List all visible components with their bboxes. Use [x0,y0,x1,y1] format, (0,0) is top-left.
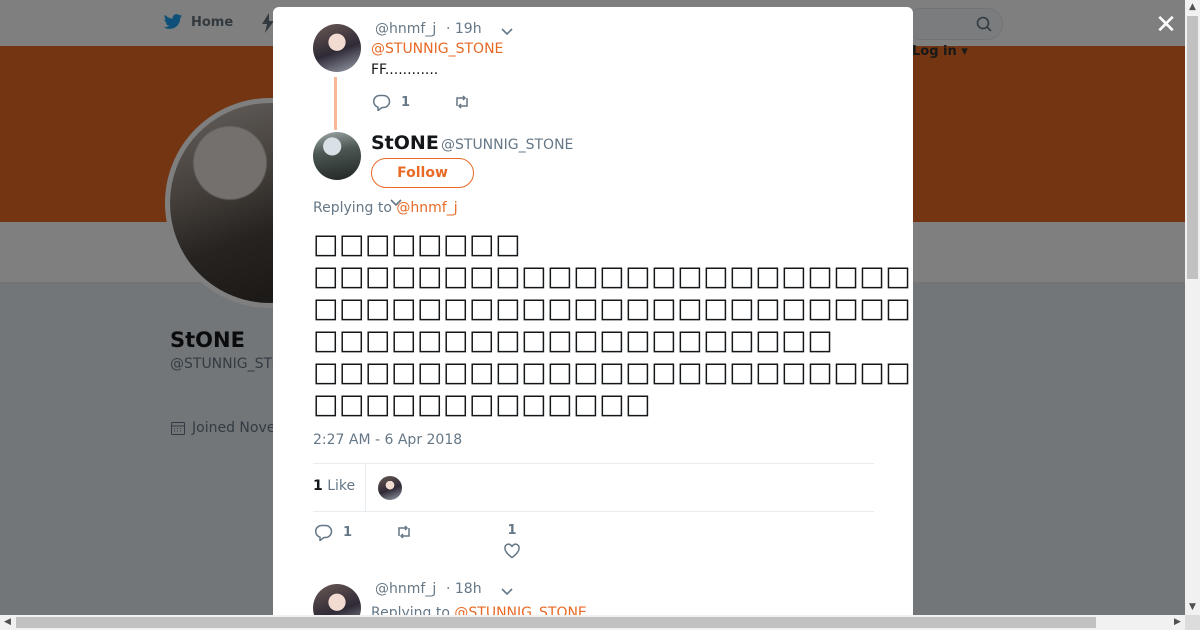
tweet-timestamp[interactable]: 2:27 AM - 6 Apr 2018 [313,432,462,448]
scrollbar-corner [1185,615,1200,630]
retweet-icon [456,95,468,109]
follow-button[interactable]: Follow [371,158,474,188]
chevron-down-icon[interactable] [500,24,514,38]
scroll-left-arrow-icon[interactable]: ◀ [0,615,15,630]
parent-tweet-handle[interactable]: @hnmf_j [375,21,436,37]
tweet-permalink-modal: @hnmf_j · 19h @STUNNIG_STONE FF.........… [273,7,913,615]
next-tweet-avatar[interactable] [313,584,361,615]
tweet-body: □□□□□□□□ □□□□□□□□□□□□□□□□□□□□□□□□ □□□□□□… [313,229,913,420]
reply-count: 1 [343,524,353,540]
reply-icon [373,94,391,111]
close-icon[interactable]: ✕ [1154,12,1178,38]
parent-retweet-button[interactable] [453,93,471,111]
horizontal-scrollbar[interactable]: ◀ ▶ [0,615,1185,630]
chevron-down-icon[interactable] [500,584,514,598]
reply-icon [315,524,333,541]
horizontal-scroll-thumb[interactable] [16,617,1096,628]
main-tweet-handle[interactable]: @STUNNIG_STONE [441,137,573,153]
replying-to: Replying to @hnmf_j [313,200,458,216]
scroll-up-arrow-icon[interactable]: ▲ [1185,0,1200,15]
scroll-right-arrow-icon[interactable]: ▶ [1170,615,1185,630]
next-tweet-replying: Replying to @STUNNIG_STONE [371,605,587,615]
next-tweet-handle[interactable]: @hnmf_j [375,581,436,597]
replying-prefix: Replying to [313,200,392,216]
main-tweet-avatar[interactable] [313,132,361,180]
vertical-scrollbar[interactable]: ▲ ▼ [1185,0,1200,615]
parent-tweet-mention[interactable]: @STUNNIG_STONE [371,41,503,57]
like-button[interactable]: 1 [503,523,521,560]
main-tweet-name[interactable]: StONE [371,132,439,154]
parent-reply-button[interactable]: 1 [373,93,410,111]
stat-divider [365,464,366,511]
parent-tweet-avatar[interactable] [313,24,361,72]
parent-reply-count: 1 [401,94,411,110]
reply-button[interactable]: 1 [315,523,352,541]
parent-tweet-time[interactable]: · 19h [446,21,482,37]
vertical-scroll-thumb[interactable] [1187,16,1198,279]
parent-tweet-text: FF............ [371,62,439,78]
replying-mention[interactable]: @hnmf_j [396,200,457,216]
like-stat[interactable]: 1 Like [313,478,355,494]
heart-count: 1 [507,523,517,538]
next-replying-mention[interactable]: @STUNNIG_STONE [454,605,586,615]
thread-connector [334,77,337,130]
like-label: Like [327,478,356,494]
tweet-stats: 1 Like [313,463,874,512]
retweet-button[interactable] [395,523,413,541]
next-tweet-time[interactable]: · 18h [446,581,482,597]
like-count: 1 [313,478,323,494]
scroll-down-arrow-icon[interactable]: ▼ [1185,600,1200,615]
heart-icon [504,543,520,559]
liker-avatar[interactable] [378,476,402,500]
retweet-icon [398,525,410,539]
next-replying-prefix: Replying to [371,605,450,615]
